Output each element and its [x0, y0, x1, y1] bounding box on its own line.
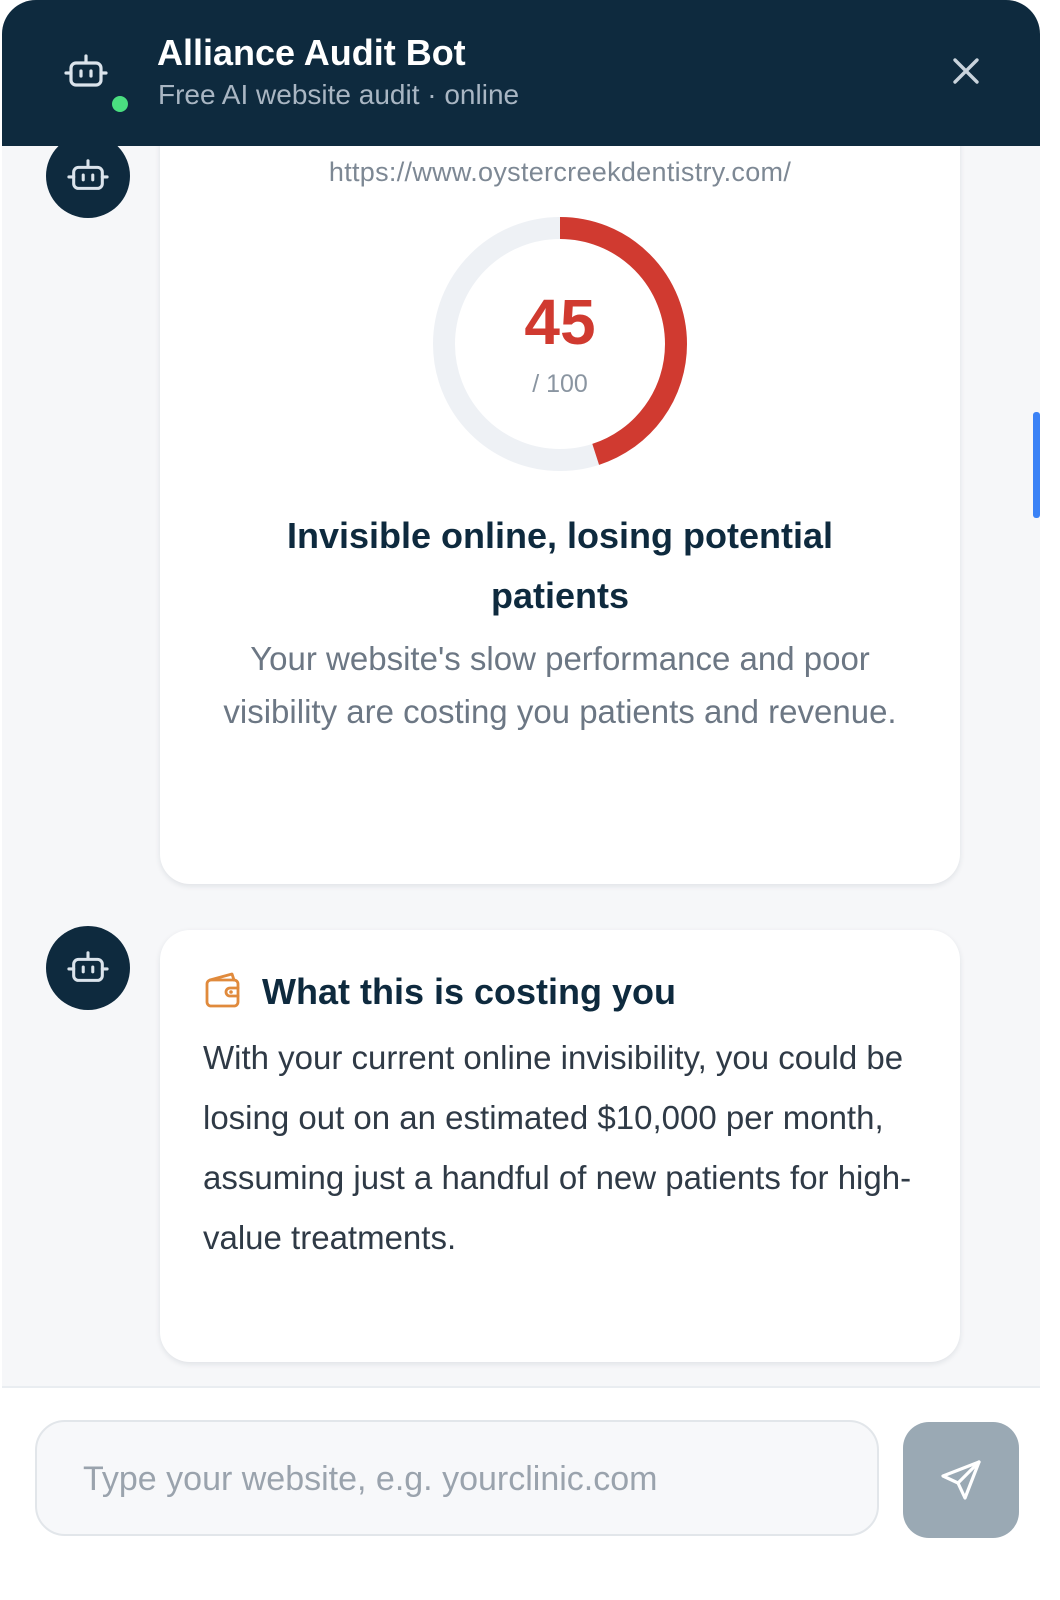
send-icon — [941, 1460, 981, 1500]
close-icon[interactable] — [945, 50, 987, 92]
chat-widget: Alliance Audit Bot Free AI website audit… — [2, 0, 1040, 1600]
cost-title: What this is costing you — [262, 971, 677, 1012]
scrollbar-thumb[interactable] — [1033, 412, 1040, 518]
audited-url: https://www.oystercreekdentistry.com/ — [328, 157, 792, 187]
audit-headline: Invisible online, losing potential patie… — [286, 515, 834, 616]
chat-title: Alliance Audit Bot — [157, 32, 466, 73]
chat-subtitle: Free AI website audit · online — [158, 79, 520, 110]
website-input[interactable]: Type your website, e.g. yourclinic.com — [35, 1420, 879, 1536]
cost-card: What this is costing you With your curre… — [160, 930, 960, 1362]
audit-score-card: https://www.oystercreekdentistry.com/ 45… — [160, 146, 960, 884]
composer-bar: Type your website, e.g. yourclinic.com — [2, 1386, 1040, 1600]
cost-body: With your current online invisibility, y… — [203, 1039, 912, 1256]
chat-header: Alliance Audit Bot Free AI website audit… — [2, 0, 1040, 146]
bot-avatar — [46, 146, 130, 218]
message-list[interactable]: https://www.oystercreekdentistry.com/ 45… — [2, 146, 1040, 1386]
robot-icon — [67, 159, 109, 190]
website-input-placeholder: Type your website, e.g. yourclinic.com — [83, 1460, 658, 1498]
audit-description: Your website's slow performance and poor… — [223, 640, 897, 730]
score-max: / 100 — [532, 370, 588, 398]
online-status-dot — [112, 96, 128, 112]
send-button[interactable] — [903, 1422, 1019, 1538]
wallet-icon — [204, 970, 244, 1010]
robot-icon — [67, 951, 109, 982]
score-value: 45 — [524, 286, 596, 358]
bot-avatar — [46, 926, 130, 1010]
robot-icon — [64, 52, 108, 92]
